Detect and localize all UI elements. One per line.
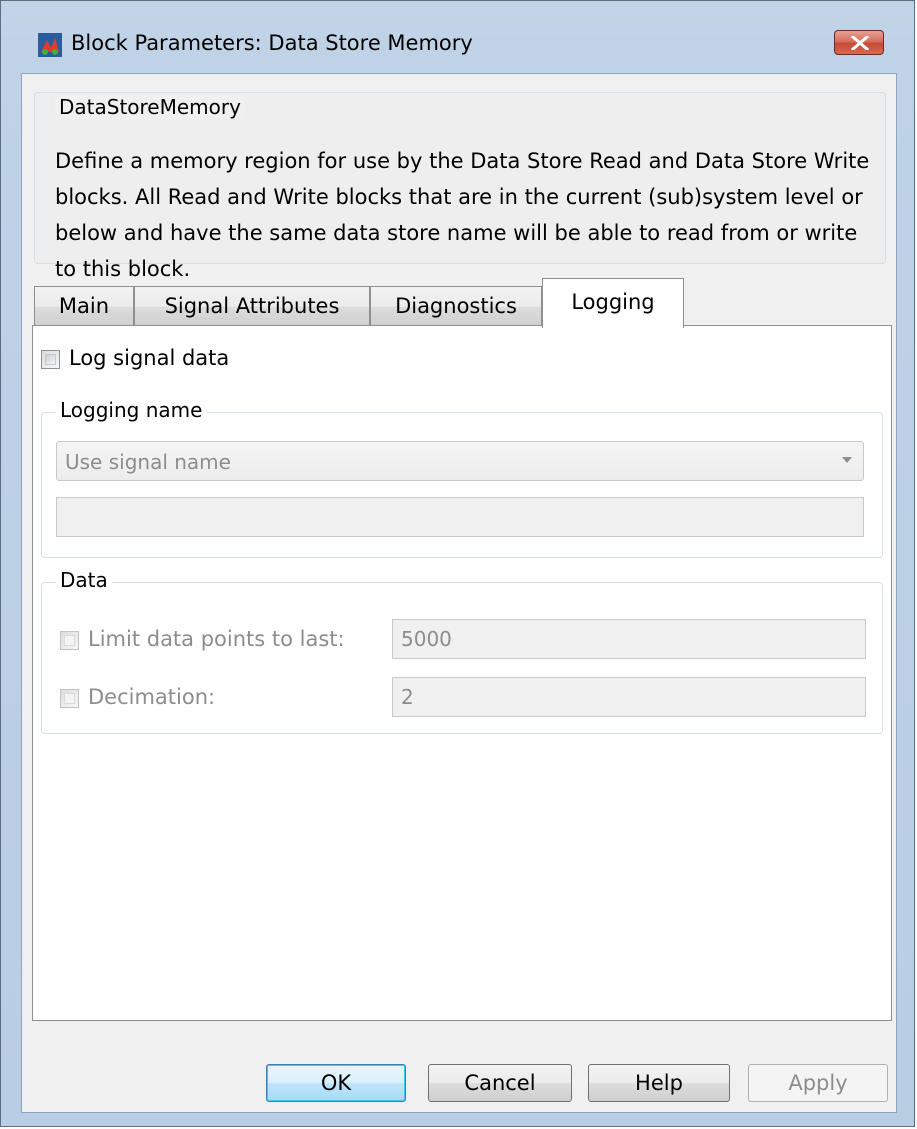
tab-diagnostics[interactable]: Diagnostics xyxy=(370,286,542,326)
logging-tab-panel: Log signal data Logging name Use signal … xyxy=(32,325,892,1021)
tab-signal-attributes[interactable]: Signal Attributes xyxy=(134,286,370,326)
title-bar[interactable]: Block Parameters: Data Store Memory xyxy=(1,1,914,83)
logging-name-field[interactable] xyxy=(56,497,864,537)
description-legend: DataStoreMemory xyxy=(55,95,245,119)
tab-logging[interactable]: Logging xyxy=(542,278,684,328)
close-button[interactable] xyxy=(834,30,884,55)
decimation-value: 2 xyxy=(401,685,414,709)
log-signal-data-checkbox[interactable] xyxy=(41,350,60,369)
tab-bar: Main Signal Attributes Diagnostics Loggi… xyxy=(34,278,884,328)
simulink-app-icon xyxy=(38,33,62,57)
limit-data-points-checkbox[interactable] xyxy=(60,631,79,650)
tab-main[interactable]: Main xyxy=(34,286,134,326)
data-group: Data Limit data points to last: 5000 Dec… xyxy=(41,568,883,734)
help-button[interactable]: Help xyxy=(588,1064,730,1102)
description-group: DataStoreMemory Define a memory region f… xyxy=(34,92,886,281)
dialog-client-area: DataStoreMemory Define a memory region f… xyxy=(21,73,897,1113)
limit-data-points-label: Limit data points to last: xyxy=(88,627,345,651)
decimation-checkbox[interactable] xyxy=(60,689,79,708)
chevron-down-icon xyxy=(842,457,852,463)
log-signal-data-label: Log signal data xyxy=(69,346,230,370)
close-icon xyxy=(851,36,869,50)
limit-data-points-value: 5000 xyxy=(401,627,452,651)
dialog-window: Block Parameters: Data Store Memory Data… xyxy=(0,0,915,1127)
data-legend: Data xyxy=(56,568,112,592)
decimation-label: Decimation: xyxy=(88,685,216,709)
cancel-button[interactable]: Cancel xyxy=(428,1064,572,1102)
apply-button[interactable]: Apply xyxy=(748,1064,888,1102)
logging-name-select-value: Use signal name xyxy=(65,450,231,474)
ok-button[interactable]: OK xyxy=(266,1064,406,1102)
decimation-field[interactable]: 2 xyxy=(392,677,866,717)
logging-name-select[interactable]: Use signal name xyxy=(56,441,864,481)
logging-name-legend: Logging name xyxy=(56,398,207,422)
limit-data-points-field[interactable]: 5000 xyxy=(392,619,866,659)
description-text: Define a memory region for use by the Da… xyxy=(55,149,870,281)
logging-name-group: Logging name Use signal name xyxy=(41,398,883,558)
window-title: Block Parameters: Data Store Memory xyxy=(71,31,473,55)
